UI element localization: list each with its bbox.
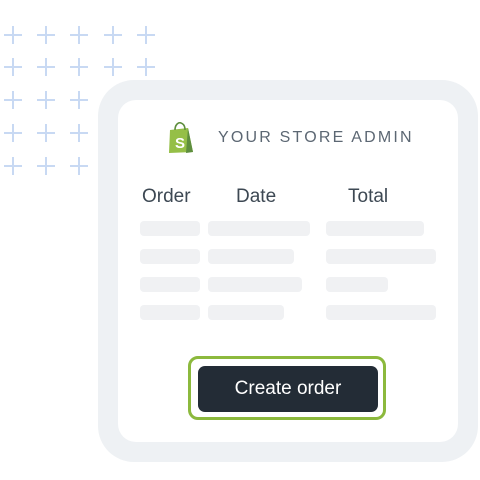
column-header-date: Date (236, 186, 277, 207)
create-order-button[interactable]: Create order (198, 366, 378, 412)
placeholder-order-cell (140, 305, 200, 320)
plus-icon (70, 124, 88, 142)
plus-icon (137, 58, 155, 76)
plus-icon (4, 157, 22, 175)
placeholder-date-cell (208, 221, 310, 236)
placeholder-total-cell (326, 277, 388, 292)
plus-icon (70, 26, 88, 44)
plus-icon (104, 58, 122, 76)
plus-icon (70, 58, 88, 76)
store-header: S YOUR STORE ADMIN (166, 122, 414, 154)
plus-icon (4, 124, 22, 142)
shopify-bag-icon: S (169, 122, 193, 153)
plus-icon (70, 157, 88, 175)
illustration-stage: S YOUR STORE ADMIN Order Date Total Crea… (0, 0, 480, 480)
plus-icon (37, 58, 55, 76)
placeholder-date-cell (208, 277, 302, 292)
plus-icon (70, 91, 88, 109)
column-header-order: Order (142, 186, 191, 207)
placeholder-date-cell (208, 305, 284, 320)
plus-icon (37, 124, 55, 142)
placeholder-total-cell (326, 305, 436, 320)
plus-icon (4, 58, 22, 76)
plus-icon (37, 157, 55, 175)
column-header-total: Total (348, 186, 389, 207)
placeholder-total-cell (326, 249, 436, 264)
plus-icon (4, 91, 22, 109)
placeholder-order-cell (140, 277, 200, 292)
placeholder-total-cell (326, 221, 424, 236)
placeholder-order-cell (140, 249, 200, 264)
plus-icon (104, 26, 122, 44)
plus-icon (37, 91, 55, 109)
admin-card: S YOUR STORE ADMIN Order Date Total Crea… (118, 100, 458, 442)
placeholder-date-cell (208, 249, 294, 264)
plus-icon (4, 26, 22, 44)
svg-text:S: S (175, 135, 185, 152)
store-title: YOUR STORE ADMIN (218, 129, 414, 146)
plus-icon (37, 26, 55, 44)
placeholder-order-cell (140, 221, 200, 236)
plus-icon (137, 26, 155, 44)
